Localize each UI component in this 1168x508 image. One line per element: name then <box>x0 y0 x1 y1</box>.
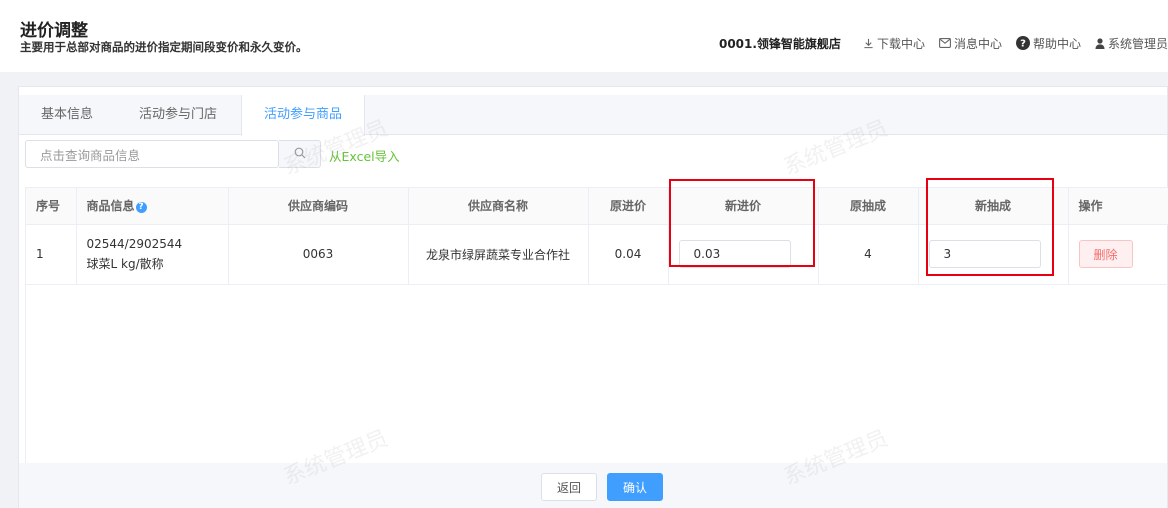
search-icon <box>294 147 306 162</box>
tab-participating-stores[interactable]: 活动参与门店 <box>115 95 241 135</box>
message-center-link[interactable]: 消息中心 <box>939 35 1002 52</box>
row-actions: 删除 <box>1068 224 1168 285</box>
col-header-goods-info: 商品信息? <box>76 188 229 225</box>
download-icon <box>863 38 874 49</box>
col-header-supplier-code: 供应商编码 <box>228 188 409 225</box>
row-supplier-code: 0063 <box>228 224 409 285</box>
page-header: 进价调整 主要用于总部对商品的进价指定期间段变价和永久变价。 0001.领锋智能… <box>0 0 1168 72</box>
confirm-button[interactable]: 确认 <box>607 473 663 501</box>
row-old-commission: 4 <box>818 224 919 285</box>
new-price-input[interactable] <box>678 240 791 268</box>
help-center-label: 帮助中心 <box>1032 36 1081 51</box>
user-name: 系统管理员 <box>1107 36 1168 51</box>
row-old-price: 0.04 <box>588 224 669 285</box>
new-commission-input[interactable] <box>928 240 1041 268</box>
tab-participating-goods[interactable]: 活动参与商品 <box>241 95 365 136</box>
col-header-actions: 操作 <box>1068 188 1168 225</box>
question-icon[interactable]: ? <box>135 202 147 214</box>
row-supplier-name: 龙泉市绿屏蔬菜专业合作社 <box>408 224 589 285</box>
page-subtitle: 主要用于总部对商品的进价指定期间段变价和永久变价。 <box>20 40 308 54</box>
page-title: 进价调整 <box>20 21 88 41</box>
row-index: 1 <box>26 224 77 285</box>
footer-bar: 返回 确认 <box>19 463 1167 508</box>
content-card: 基本信息 活动参与门店 活动参与商品 点击查询商品信息 从Excel导入 序号 … <box>18 86 1168 508</box>
tab-basic-info[interactable]: 基本信息 <box>19 95 115 135</box>
download-center-link[interactable]: 下载中心 <box>863 35 925 52</box>
col-header-old-price: 原进价 <box>588 188 669 225</box>
goods-name: 球菜L kg/散称 <box>86 257 164 271</box>
row-goods-info: 02544/2902544 球菜L kg/散称 <box>76 224 229 285</box>
back-button[interactable]: 返回 <box>541 473 597 501</box>
row-new-price-cell <box>668 224 819 285</box>
store-name: 0001.领锋智能旗舰店 <box>718 36 841 51</box>
top-toolbar: 0001.领锋智能旗舰店 下载中心 消息中心 ? 帮助中心 系统管理员 <box>719 34 1168 52</box>
excel-import-link[interactable]: 从Excel导入 <box>329 146 400 165</box>
user-menu[interactable]: 系统管理员 <box>1095 35 1168 52</box>
tab-bar: 基本信息 活动参与门店 活动参与商品 <box>19 95 1167 136</box>
help-icon: ? <box>1015 36 1030 50</box>
col-header-old-commission: 原抽成 <box>818 188 919 225</box>
col-header-index: 序号 <box>26 188 77 225</box>
goods-search-input[interactable]: 点击查询商品信息 <box>25 140 279 168</box>
message-center-label: 消息中心 <box>953 36 1002 51</box>
goods-table: 序号 商品信息? 供应商编码 供应商名称 原进价 新进价 原抽成 新抽成 操作 … <box>25 187 1168 467</box>
col-header-new-commission: 新抽成 <box>918 188 1069 225</box>
col-header-supplier-name: 供应商名称 <box>408 188 589 225</box>
table-header-row: 序号 商品信息? 供应商编码 供应商名称 原进价 新进价 原抽成 新抽成 操作 <box>26 188 1168 225</box>
delete-button[interactable]: 删除 <box>1078 240 1133 268</box>
user-icon <box>1095 37 1105 49</box>
search-button[interactable] <box>279 140 321 168</box>
goods-code: 02544/2902544 <box>86 237 183 251</box>
mail-icon <box>939 38 951 48</box>
col-header-new-price: 新进价 <box>668 188 819 225</box>
row-new-commission-cell <box>918 224 1069 285</box>
table-row: 1 02544/2902544 球菜L kg/散称 0063 龙泉市绿屏蔬菜专业… <box>26 224 1168 285</box>
help-center-link[interactable]: ? 帮助中心 <box>1015 35 1081 52</box>
svg-text:?: ? <box>1020 39 1026 50</box>
download-center-label: 下载中心 <box>876 36 925 51</box>
